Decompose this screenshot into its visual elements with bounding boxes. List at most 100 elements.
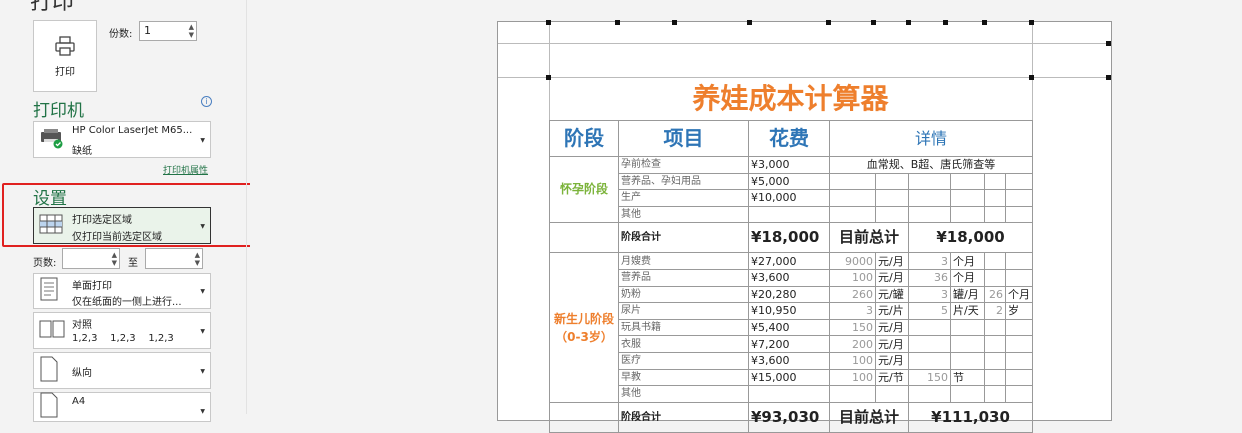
collate-dropdown[interactable]: 对照 1,2,3 1,2,3 1,2,3 ▼ bbox=[33, 312, 211, 349]
chevron-down-icon: ▼ bbox=[200, 136, 205, 144]
empty-cell bbox=[549, 401, 619, 433]
empty-cell bbox=[984, 205, 1006, 224]
unit-cell: 元/月 bbox=[875, 318, 909, 337]
margin-handle[interactable] bbox=[943, 20, 948, 25]
margin-handle[interactable] bbox=[1029, 20, 1034, 25]
cost-cell: ¥3,600 bbox=[748, 268, 830, 287]
cost-cell: ¥15,000 bbox=[748, 368, 830, 387]
print-button-label: 打印 bbox=[55, 66, 75, 78]
item-cell: 营养品 bbox=[618, 268, 749, 287]
qty-cell: 200 bbox=[829, 335, 876, 353]
stage-total-value: ¥18,000 bbox=[748, 222, 830, 254]
unit-cell bbox=[1004, 268, 1034, 287]
info-icon[interactable]: i bbox=[201, 96, 212, 107]
unit-cell: 岁 bbox=[1004, 302, 1034, 320]
empty-cell bbox=[829, 385, 876, 403]
margin-handle[interactable] bbox=[826, 20, 831, 25]
running-total-label: 目前总计 bbox=[829, 401, 909, 433]
unit-cell: 个月 bbox=[950, 268, 985, 287]
qty-cell: 100 bbox=[829, 268, 876, 287]
empty-cell bbox=[950, 385, 985, 403]
empty-cell bbox=[875, 189, 909, 207]
margin-handle[interactable] bbox=[982, 20, 987, 25]
copies-label: 份数: bbox=[109, 29, 133, 40]
single-sided-icon bbox=[39, 277, 59, 305]
stage-total-label: 阶段合计 bbox=[618, 222, 749, 254]
page-heading: 打印 bbox=[30, 0, 75, 15]
margin-handle[interactable] bbox=[747, 20, 752, 25]
table-row: 生产 ¥10,000 bbox=[550, 189, 1034, 207]
print-settings-panel: 打印 打印 份数: 1 ▲ ▼ 打印机 i HP Color LaserJet M… bbox=[0, 0, 253, 422]
highlight-box bbox=[2, 183, 253, 247]
printer-status: 缺纸 bbox=[72, 146, 92, 157]
qty-cell: 150 bbox=[908, 368, 951, 387]
item-cell: 其他 bbox=[618, 205, 749, 224]
empty-cell bbox=[875, 172, 909, 191]
qty-cell bbox=[984, 252, 1006, 270]
printer-dropdown[interactable]: HP Color LaserJet M65... 缺纸 ▼ bbox=[33, 121, 211, 158]
table-row: 怀孕阶段 孕前检查 ¥3,000 血常规、B超、唐氏筛查等 bbox=[549, 155, 1034, 224]
to-label: 至 bbox=[128, 258, 138, 269]
margin-handle[interactable] bbox=[1106, 41, 1111, 46]
stage-newborn-line1: 新生儿阶段 bbox=[553, 311, 614, 326]
cost-cell: ¥10,000 bbox=[748, 189, 830, 207]
sides-dropdown[interactable]: 单面打印 仅在纸面的一侧上进行... ▼ bbox=[33, 273, 211, 309]
margin-handle[interactable] bbox=[546, 20, 551, 25]
qty-cell bbox=[908, 318, 951, 337]
empty-cell bbox=[1004, 385, 1034, 403]
qty-cell bbox=[984, 368, 1006, 387]
page-to-input[interactable]: ▲ ▼ bbox=[145, 248, 203, 269]
cost-table: 阶段 项目 花费 详情 怀孕阶段 孕前检查 ¥3,000 血常规、B超、唐氏筛查… bbox=[549, 120, 1034, 433]
empty-cell bbox=[984, 385, 1006, 403]
empty-cell bbox=[950, 205, 985, 224]
collate-subtitle: 1,2,3 1,2,3 1,2,3 bbox=[72, 333, 174, 344]
print-button[interactable]: 打印 bbox=[33, 20, 97, 92]
empty-cell bbox=[908, 205, 951, 224]
margin-handle[interactable] bbox=[906, 20, 911, 25]
item-cell: 尿片 bbox=[618, 302, 749, 320]
qty-cell bbox=[908, 335, 951, 353]
empty-cell bbox=[829, 189, 876, 207]
running-total-value: ¥111,030 bbox=[907, 401, 1034, 433]
orientation-title: 纵向 bbox=[72, 368, 92, 379]
item-cell: 衣服 bbox=[618, 335, 749, 353]
unit-cell bbox=[950, 351, 985, 370]
running-total-label: 目前总计 bbox=[829, 222, 909, 254]
cost-cell bbox=[748, 205, 830, 224]
empty-cell bbox=[829, 205, 876, 224]
printer-properties-link[interactable]: 打印机属性 bbox=[163, 163, 208, 176]
margin-line-header bbox=[498, 43, 1111, 44]
qty-cell: 100 bbox=[829, 351, 876, 370]
margin-handle[interactable] bbox=[871, 20, 876, 25]
unit-cell: 元/节 bbox=[875, 368, 909, 387]
unit-cell: 元/片 bbox=[875, 302, 909, 320]
copies-value: 1 bbox=[144, 24, 151, 37]
copies-input[interactable]: 1 ▲ ▼ bbox=[139, 21, 197, 41]
paper-size-dropdown[interactable]: A4 ▼ bbox=[33, 392, 211, 422]
qty-cell: 100 bbox=[829, 368, 876, 387]
sides-title: 单面打印 bbox=[72, 281, 112, 292]
unit-cell bbox=[950, 335, 985, 353]
margin-handle[interactable] bbox=[615, 20, 620, 25]
qty-cell: 150 bbox=[829, 318, 876, 337]
unit-cell bbox=[1004, 368, 1034, 387]
table-row: 衣服 ¥7,200 200 元/月 bbox=[550, 335, 1034, 353]
orientation-dropdown[interactable]: 纵向 ▼ bbox=[33, 352, 211, 389]
cost-cell bbox=[748, 385, 830, 403]
margin-handle[interactable] bbox=[1106, 75, 1111, 80]
unit-cell: 元/罐 bbox=[875, 285, 909, 304]
empty-cell bbox=[549, 222, 619, 254]
copies-spinner[interactable]: ▲ ▼ bbox=[189, 23, 194, 39]
empty-cell bbox=[984, 189, 1006, 207]
qty-cell: 36 bbox=[908, 268, 951, 287]
collate-icon bbox=[39, 319, 65, 343]
qty-cell: 5 bbox=[908, 302, 951, 320]
qty-cell bbox=[984, 351, 1006, 370]
running-total-value: ¥18,000 bbox=[907, 222, 1034, 254]
unit-cell bbox=[1004, 252, 1034, 270]
portrait-icon bbox=[39, 356, 59, 386]
page-from-input[interactable]: ▲ ▼ bbox=[62, 248, 120, 269]
margin-handle[interactable] bbox=[672, 20, 677, 25]
qty-cell bbox=[984, 318, 1006, 337]
printer-icon bbox=[55, 35, 75, 56]
